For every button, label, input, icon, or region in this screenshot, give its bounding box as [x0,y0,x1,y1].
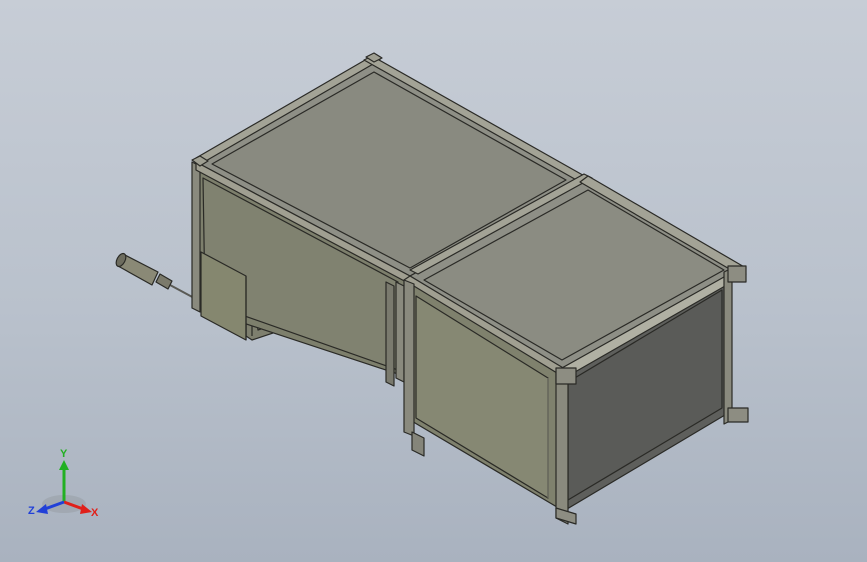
axis-triad[interactable]: Y X Z [20,440,110,530]
x-axis-label: X [91,507,99,519]
z-axis-label: Z [28,505,35,517]
sensor-probe[interactable] [114,252,197,300]
y-axis-label: Y [60,448,68,460]
z-arrow-icon [36,504,48,514]
assembly-model[interactable] [0,0,867,562]
graphics-viewport[interactable]: Y X Z [0,0,867,562]
y-arrow-icon [59,460,69,470]
